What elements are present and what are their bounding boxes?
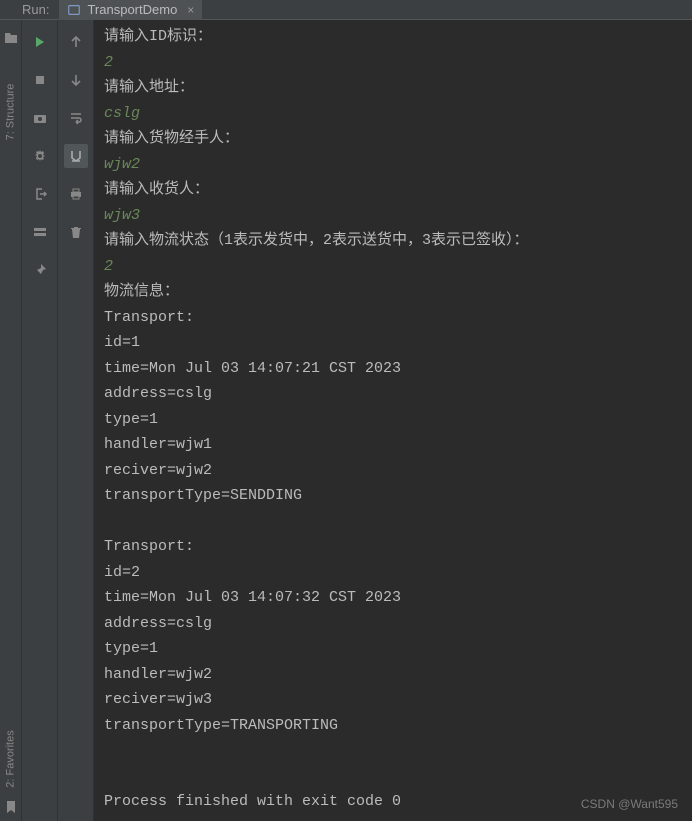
camera-icon[interactable] xyxy=(28,106,52,130)
console-line: 2 xyxy=(104,50,682,76)
main-area: 7: Structure 2: Favorites xyxy=(0,20,692,821)
console-line: reciver=wjw3 xyxy=(104,687,682,713)
tab-title: TransportDemo xyxy=(87,2,177,17)
bookmark-icon[interactable] xyxy=(3,799,19,815)
console-line: handler=wjw1 xyxy=(104,432,682,458)
exit-icon[interactable] xyxy=(28,182,52,206)
run-gutter-left xyxy=(22,20,58,821)
console-line: transportType=SENDDING xyxy=(104,483,682,509)
console-line: id=1 xyxy=(104,330,682,356)
console-line: 请输入收货人： xyxy=(104,177,682,203)
pin-icon[interactable] xyxy=(28,258,52,282)
console-line: wjw3 xyxy=(104,203,682,229)
scroll-up-icon[interactable] xyxy=(64,30,88,54)
console-line: cslg xyxy=(104,101,682,127)
project-icon[interactable] xyxy=(3,30,19,46)
watermark: CSDN @Want595 xyxy=(581,797,678,811)
trash-icon[interactable] xyxy=(64,220,88,244)
console-line: reciver=wjw2 xyxy=(104,458,682,484)
console-line: time=Mon Jul 03 14:07:21 CST 2023 xyxy=(104,356,682,382)
console-line: transportType=TRANSPORTING xyxy=(104,713,682,739)
print-icon[interactable] xyxy=(64,182,88,206)
console-line: address=cslg xyxy=(104,381,682,407)
structure-tab[interactable]: 7: Structure xyxy=(5,84,17,141)
console-line: 请输入物流状态（1表示发货中，2表示送货中，3表示已签收）： xyxy=(104,228,682,254)
run-tab[interactable]: TransportDemo × xyxy=(59,0,202,20)
console-line: handler=wjw2 xyxy=(104,662,682,688)
close-icon[interactable]: × xyxy=(187,3,194,17)
console-line: Transport: xyxy=(104,305,682,331)
console-line xyxy=(104,738,682,764)
favorites-tab[interactable]: 2: Favorites xyxy=(5,730,17,787)
console-line: time=Mon Jul 03 14:07:32 CST 2023 xyxy=(104,585,682,611)
console-line: Transport: xyxy=(104,534,682,560)
scroll-down-icon[interactable] xyxy=(64,68,88,92)
run-label: Run: xyxy=(22,2,49,17)
console-line: 物流信息： xyxy=(104,279,682,305)
run-config-icon xyxy=(67,3,81,17)
tool-window-bar: 7: Structure 2: Favorites xyxy=(0,20,22,821)
console-line: wjw2 xyxy=(104,152,682,178)
run-gutter-right xyxy=(58,20,94,821)
console-line: id=2 xyxy=(104,560,682,586)
top-bar: Run: TransportDemo × xyxy=(0,0,692,20)
console-line: type=1 xyxy=(104,407,682,433)
console-line: address=cslg xyxy=(104,611,682,637)
console-line: 请输入ID标识： xyxy=(104,24,682,50)
console-line: 请输入货物经手人： xyxy=(104,126,682,152)
scroll-to-end-icon[interactable] xyxy=(64,144,88,168)
stop-button[interactable] xyxy=(28,68,52,92)
soft-wrap-icon[interactable] xyxy=(64,106,88,130)
console-output[interactable]: 请输入ID标识：2请输入地址：cslg请输入货物经手人：wjw2请输入收货人：w… xyxy=(94,20,692,821)
console-line: 请输入地址： xyxy=(104,75,682,101)
console-line: type=1 xyxy=(104,636,682,662)
settings-icon[interactable] xyxy=(28,144,52,168)
console-line xyxy=(104,509,682,535)
layout-icon[interactable] xyxy=(28,220,52,244)
console-line: 2 xyxy=(104,254,682,280)
rerun-button[interactable] xyxy=(28,30,52,54)
console-line xyxy=(104,764,682,790)
